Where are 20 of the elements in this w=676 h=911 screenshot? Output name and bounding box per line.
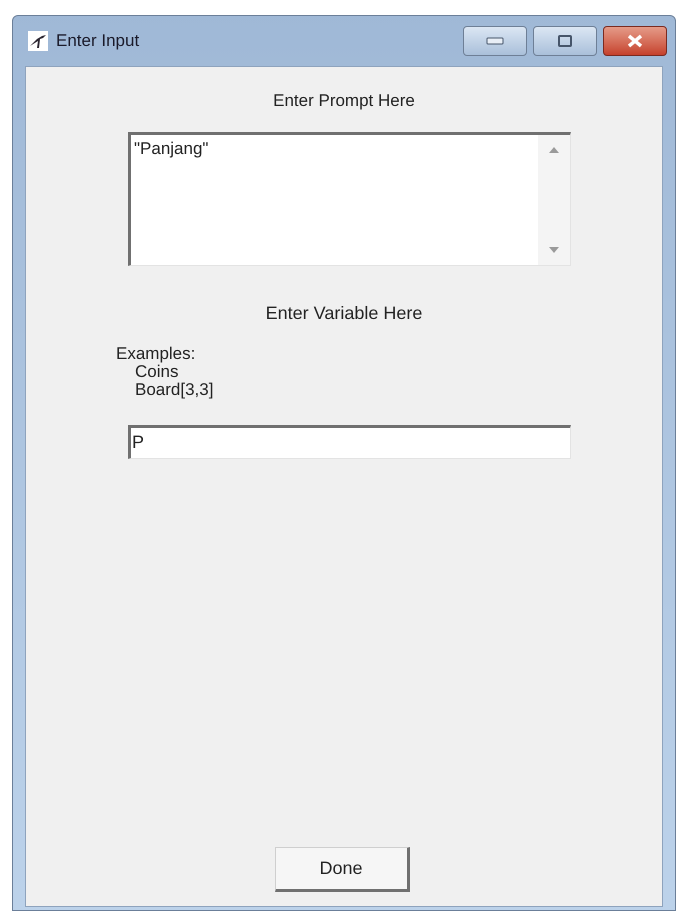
maximize-icon: [558, 35, 572, 47]
prompt-value: "Panjang": [133, 138, 210, 160]
close-button[interactable]: [603, 26, 667, 56]
window-title: Enter Input: [56, 30, 140, 52]
prompt-text-area[interactable]: "Panjang": [128, 132, 571, 266]
minimize-icon: [486, 37, 504, 45]
example-text: Board[3,3]: [135, 380, 214, 398]
examples-label: Examples:: [116, 344, 196, 362]
variable-label: Enter Variable Here: [266, 302, 422, 324]
app-icon: [28, 31, 48, 51]
done-button[interactable]: Done: [274, 847, 410, 892]
scroll-up-icon[interactable]: [549, 146, 559, 152]
minimize-button[interactable]: [463, 26, 527, 56]
variable-input-field[interactable]: P: [128, 424, 571, 458]
maximize-button[interactable]: [533, 26, 597, 56]
close-icon: [626, 34, 644, 48]
scroll-down-icon[interactable]: [549, 246, 559, 252]
prompt-label: Enter Prompt Here: [273, 90, 415, 112]
example-text: Coins: [135, 362, 178, 380]
scrollbar[interactable]: [538, 134, 570, 264]
